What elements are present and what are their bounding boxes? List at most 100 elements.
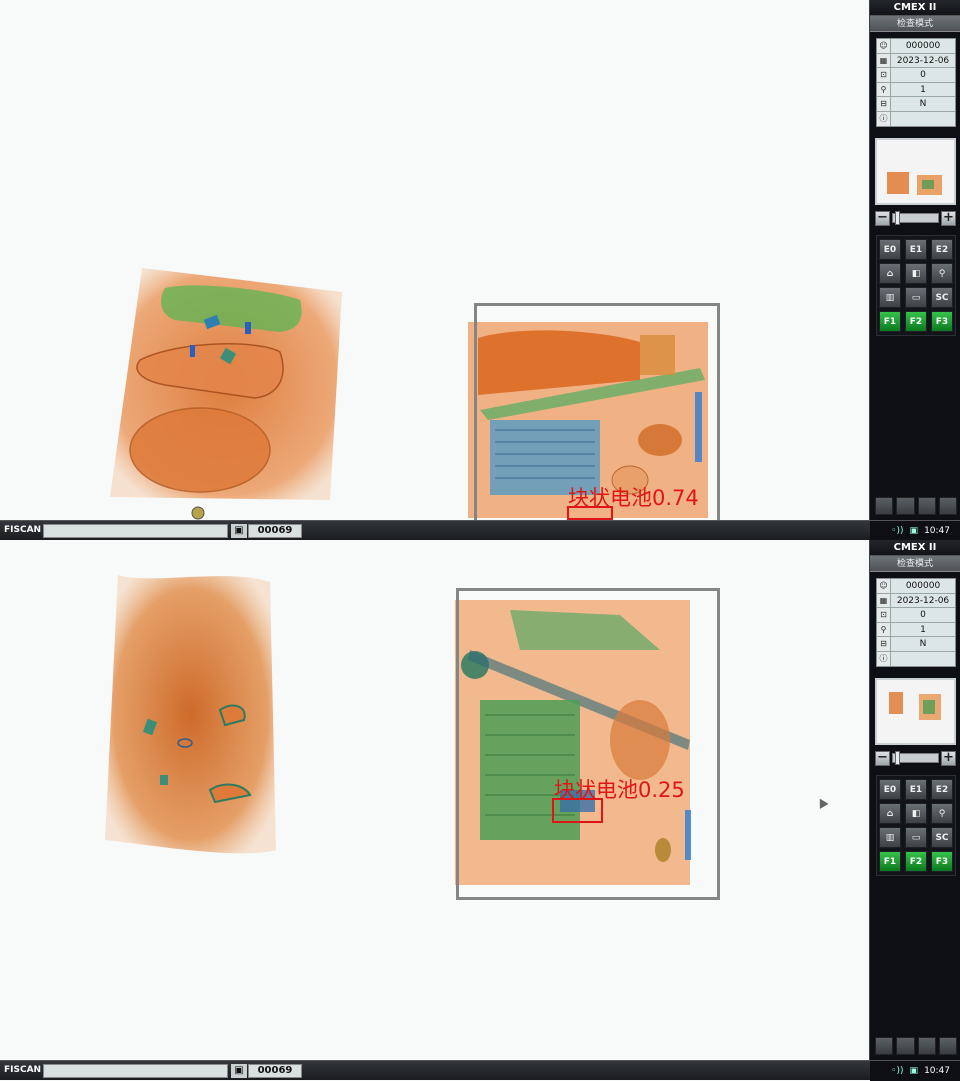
info-table: ☺ 000000 ▦ 2023-12-06 ⊡ 0 ⚲ 1 ⊟ N ⓘ	[876, 38, 956, 127]
panel-bottom-button-3[interactable]	[917, 497, 936, 515]
network-icon[interactable]: ▣	[910, 1066, 919, 1076]
bag-count: 00069	[248, 524, 302, 538]
panel-bottom-button-1[interactable]	[875, 497, 894, 515]
split-view-button[interactable]: ▥	[879, 287, 901, 308]
counter-icon: ⊡	[877, 68, 891, 82]
zoom-slider[interactable]	[892, 751, 939, 765]
scan-viewport[interactable]: 块状电池0.74	[0, 0, 869, 520]
magnifier-icon: ⚲	[877, 622, 891, 636]
wireless-icon[interactable]: ◦))	[891, 526, 903, 536]
brand-label: FISCAN	[4, 1065, 42, 1075]
zoom-out-button[interactable]: −	[875, 210, 890, 226]
info-icon: ⓘ	[877, 111, 891, 126]
operator-icon: ☺	[877, 579, 891, 593]
e2-button[interactable]: E2	[931, 239, 953, 260]
info-row-counter: ⊡ 0	[877, 608, 955, 623]
status-bar: FISCAN ▣ 00069 ◦)) ▣ 10:47	[0, 1060, 960, 1081]
bag-count: 00069	[248, 1064, 302, 1078]
top-screen: 块状电池0.74 CMEX II 检查模式 ☺ 000000 ▦ 2023-12-0…	[0, 0, 960, 541]
xray-image	[105, 575, 691, 885]
sc-button[interactable]: SC	[931, 287, 953, 308]
e1-button[interactable]: E1	[905, 779, 927, 800]
wireless-icon[interactable]: ◦))	[891, 1066, 903, 1076]
app-title: CMEX II	[870, 0, 960, 16]
panel-bottom-buttons	[875, 497, 957, 515]
e0-button[interactable]: E0	[879, 239, 901, 260]
status-field	[43, 1064, 228, 1078]
info-row-info: ⓘ	[877, 651, 955, 666]
contrast-button[interactable]: ◧	[905, 263, 927, 284]
side-panel: CMEX II 检查模式 ☺ 000000 ▦ 2023-12-06 ⊡ 0 ⚲ 1 ⊟…	[869, 0, 960, 520]
zoom-slider-knob[interactable]	[895, 751, 900, 765]
function-buttons: E0 E1 E2 ⌂ ◧ ⚲ ▥ ▭ SC F1 F2 F3	[876, 235, 956, 336]
f1-button[interactable]: F1	[879, 311, 901, 332]
magnifier-icon: ⚲	[877, 82, 891, 96]
mode-label: 检查模式	[870, 556, 960, 572]
mode-label: 检查模式	[870, 16, 960, 32]
contrast-button[interactable]: ◧	[905, 803, 927, 824]
zoom-out-button[interactable]: −	[875, 750, 890, 766]
status-bar: FISCAN ▣ 00069 ◦)) ▣ 10:47	[0, 520, 960, 541]
status-field	[43, 524, 228, 538]
info-table: ☺ 000000 ▦ 2023-12-06 ⊡ 0 ⚲ 1 ⊟ N ⓘ	[876, 578, 956, 667]
panel-bottom-button-4[interactable]	[938, 1037, 957, 1055]
system-tray: ◦)) ▣ 10:47	[870, 521, 960, 541]
calendar-icon: ▦	[877, 593, 891, 607]
scan-thumbnail[interactable]	[875, 678, 956, 745]
xray-image	[110, 268, 708, 520]
home-button[interactable]: ⌂	[879, 803, 901, 824]
zoom-button[interactable]: ⚲	[931, 803, 953, 824]
panel-bottom-button-1[interactable]	[875, 1037, 894, 1055]
brand-label: FISCAN	[4, 525, 42, 535]
thumbnail-image	[889, 692, 941, 720]
panel-bottom-button-2[interactable]	[896, 1037, 915, 1055]
info-row-conveyor: ⊟ N	[877, 97, 955, 112]
e0-button[interactable]: E0	[879, 779, 901, 800]
e1-button[interactable]: E1	[905, 239, 927, 260]
e2-button[interactable]: E2	[931, 779, 953, 800]
info-row-zoom: ⚲ 1	[877, 622, 955, 637]
f2-button[interactable]: F2	[905, 851, 927, 872]
panel-bottom-button-4[interactable]	[938, 497, 957, 515]
counter-icon: ⊡	[877, 608, 891, 622]
scan-viewport[interactable]: 块状电池0.25	[0, 540, 869, 1060]
info-row-info: ⓘ	[877, 111, 955, 126]
f3-button[interactable]: F3	[931, 851, 953, 872]
scan-thumbnail[interactable]	[875, 138, 956, 205]
zoom-button[interactable]: ⚲	[931, 263, 953, 284]
panel-bottom-buttons	[875, 1037, 957, 1055]
zoom-in-button[interactable]: +	[941, 750, 956, 766]
home-button[interactable]: ⌂	[879, 263, 901, 284]
image-button[interactable]: ▭	[905, 287, 927, 308]
conveyor-icon: ⊟	[877, 637, 891, 651]
calendar-icon: ▦	[877, 53, 891, 67]
function-buttons: E0 E1 E2 ⌂ ◧ ⚲ ▥ ▭ SC F1 F2 F3	[876, 775, 956, 876]
zoom-slider-knob[interactable]	[895, 211, 900, 225]
network-icon[interactable]: ▣	[910, 526, 919, 536]
split-view-button[interactable]: ▥	[879, 827, 901, 848]
f3-button[interactable]: F3	[931, 311, 953, 332]
clock: 10:47	[924, 526, 950, 536]
info-row-zoom: ⚲ 1	[877, 82, 955, 97]
f2-button[interactable]: F2	[905, 311, 927, 332]
battery-alarm-label: 块状电池0.25	[554, 778, 685, 802]
operator-icon: ☺	[877, 39, 891, 53]
info-row-date: ▦ 2023-12-06	[877, 593, 955, 608]
thumbnail-image	[887, 172, 942, 195]
zoom-in-button[interactable]: +	[941, 210, 956, 226]
image-button[interactable]: ▭	[905, 827, 927, 848]
detection-box	[456, 588, 720, 900]
zoom-slider[interactable]	[892, 211, 939, 225]
zoom-control: − +	[875, 750, 956, 766]
panel-bottom-button-3[interactable]	[917, 1037, 936, 1055]
battery-alarm-label: 块状电池0.74	[568, 486, 699, 510]
info-row-date: ▦ 2023-12-06	[877, 53, 955, 68]
f1-button[interactable]: F1	[879, 851, 901, 872]
info-row-counter: ⊡ 0	[877, 68, 955, 83]
sc-button[interactable]: SC	[931, 827, 953, 848]
info-icon: ⓘ	[877, 651, 891, 666]
conveyor-icon: ⊟	[877, 97, 891, 111]
panel-bottom-button-2[interactable]	[896, 497, 915, 515]
bag-icon: ▣	[231, 524, 247, 538]
info-row-conveyor: ⊟ N	[877, 637, 955, 652]
